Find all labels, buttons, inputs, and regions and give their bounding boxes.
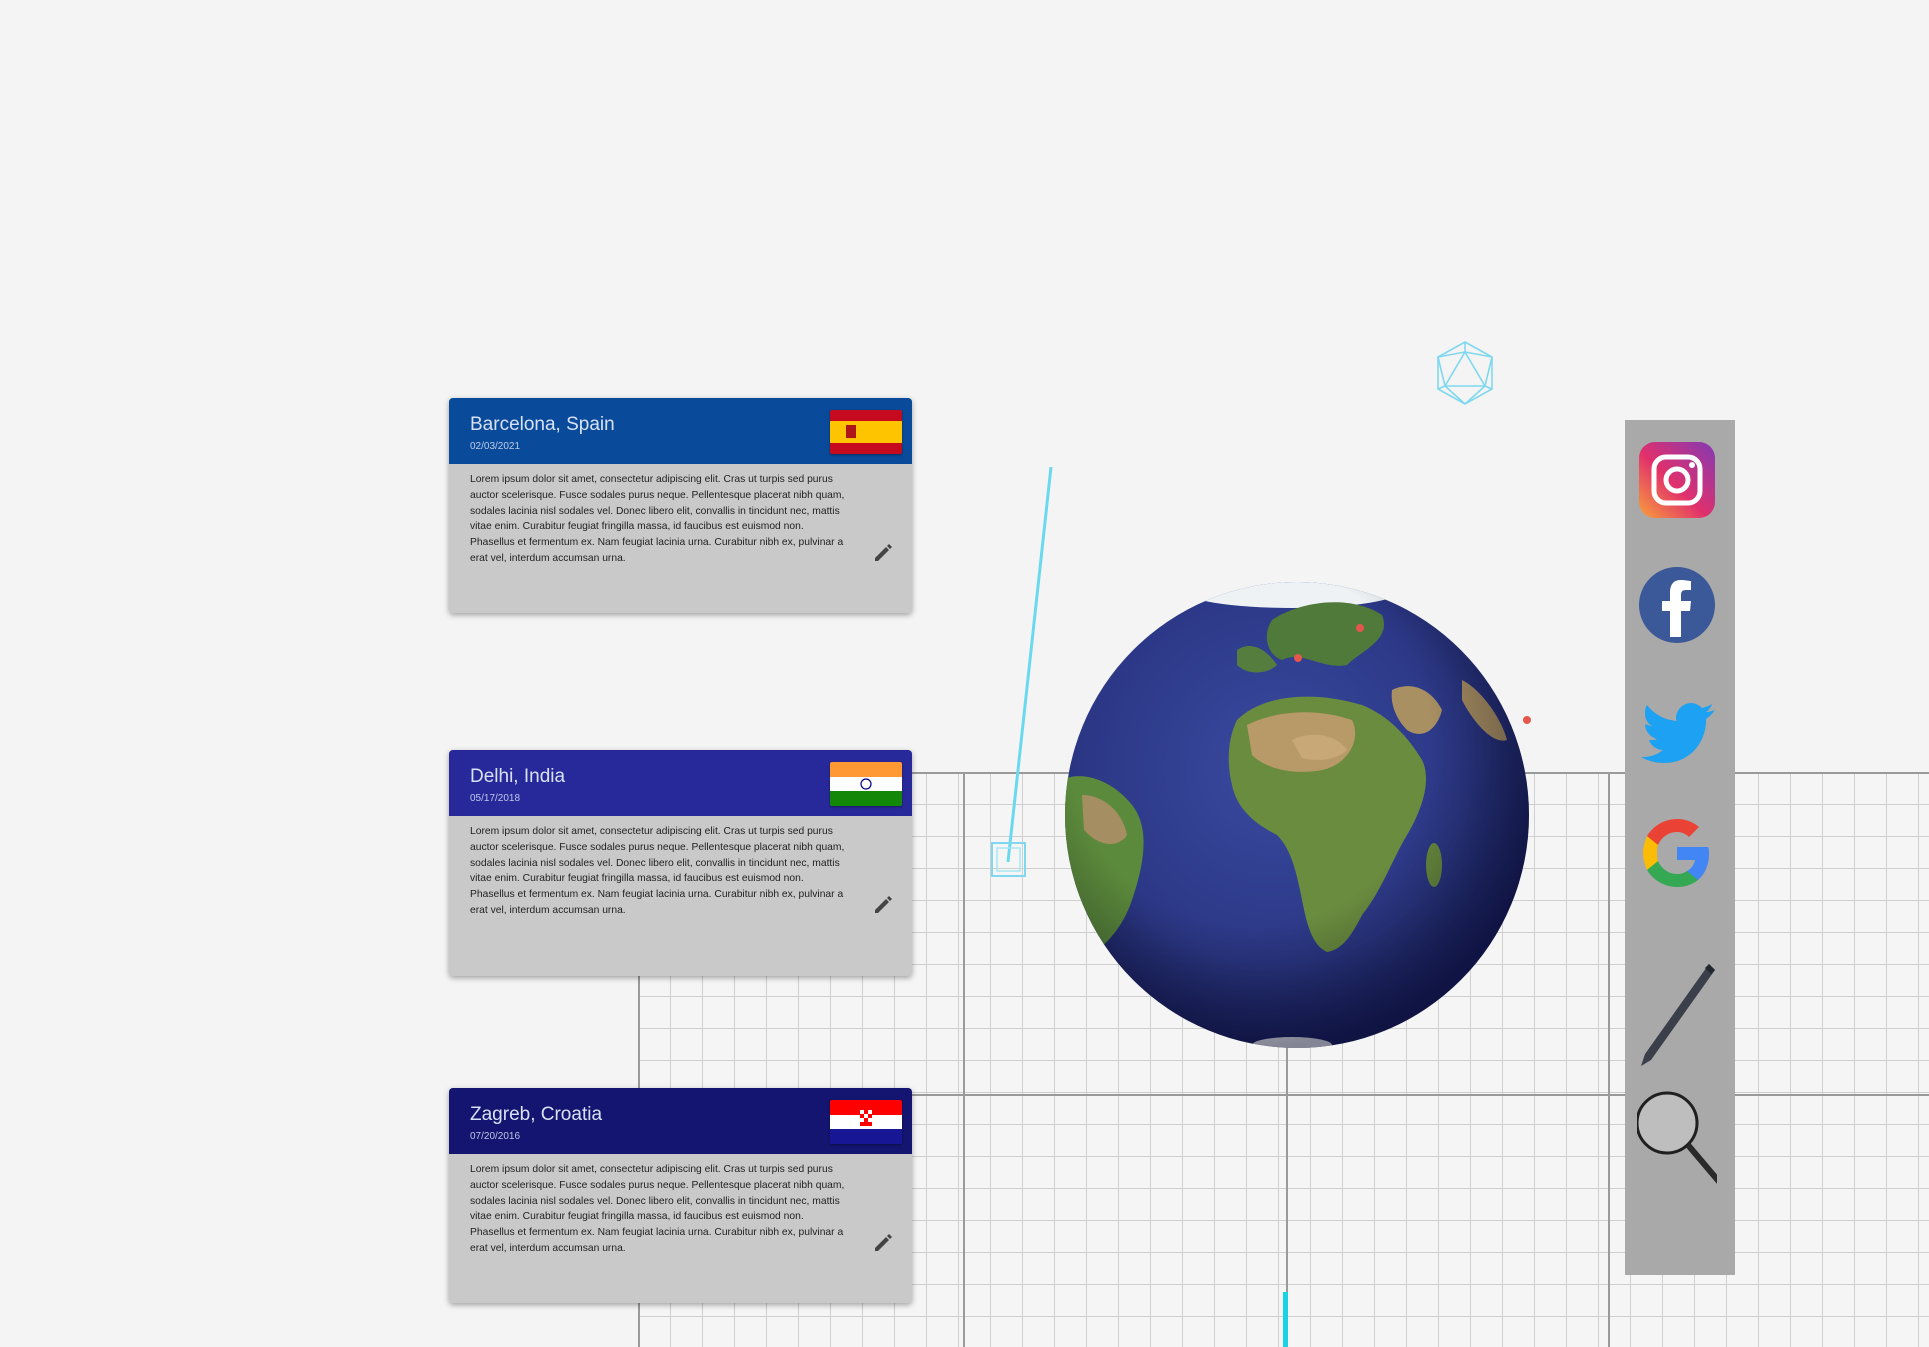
card-header: Delhi, India 05/17/2018 — [449, 750, 912, 816]
pen-icon[interactable] — [1637, 960, 1717, 1070]
card-title: Barcelona, Spain — [470, 414, 615, 435]
card-date: 07/20/2016 — [470, 1131, 521, 1142]
croatia-flag-icon — [830, 1100, 902, 1144]
card-title: Zagreb, Croatia — [470, 1104, 603, 1125]
pencil-icon[interactable] — [872, 893, 894, 915]
instagram-icon[interactable] — [1637, 440, 1717, 520]
card-date: 02/03/2021 — [470, 441, 521, 452]
card-title: Delhi, India — [470, 766, 566, 787]
google-icon[interactable] — [1637, 813, 1717, 893]
location-card[interactable]: Delhi, India 05/17/2018 Lorem ipsum dolo… — [449, 750, 912, 976]
magnifier-icon[interactable] — [1637, 1085, 1717, 1195]
location-marker[interactable] — [1356, 624, 1364, 632]
location-card[interactable]: Zagreb, Croatia 07/20/2016 Lorem ipsum d… — [449, 1088, 912, 1303]
facebook-icon[interactable] — [1637, 565, 1717, 645]
twitter-icon[interactable] — [1637, 690, 1717, 770]
card-body: Lorem ipsum dolor sit amet, consectetur … — [449, 464, 912, 579]
cursor-cube-icon — [991, 842, 1026, 877]
card-description: Lorem ipsum dolor sit amet, consectetur … — [470, 474, 845, 564]
location-marker[interactable] — [1523, 716, 1531, 724]
card-description: Lorem ipsum dolor sit amet, consectetur … — [470, 826, 845, 916]
icosahedron-icon[interactable] — [1430, 338, 1500, 408]
card-description: Lorem ipsum dolor sit amet, consectetur … — [470, 1164, 845, 1254]
location-marker[interactable] — [1294, 654, 1302, 662]
tool-palette — [1625, 420, 1735, 1275]
pencil-icon[interactable] — [872, 541, 894, 563]
card-date: 05/17/2018 — [470, 793, 521, 804]
card-body: Lorem ipsum dolor sit amet, consectetur … — [449, 1154, 912, 1269]
india-flag-icon — [830, 762, 902, 806]
vr-scene: Barcelona, Spain 02/03/2021 Lorem ipsum … — [0, 0, 1929, 1347]
earth-globe[interactable] — [1062, 580, 1532, 1050]
card-body: Lorem ipsum dolor sit amet, consectetur … — [449, 816, 912, 931]
pencil-icon[interactable] — [872, 1231, 894, 1253]
card-header: Barcelona, Spain 02/03/2021 — [449, 398, 912, 464]
card-header: Zagreb, Croatia 07/20/2016 — [449, 1088, 912, 1154]
location-card[interactable]: Barcelona, Spain 02/03/2021 Lorem ipsum … — [449, 398, 912, 613]
spain-flag-icon — [830, 410, 902, 454]
